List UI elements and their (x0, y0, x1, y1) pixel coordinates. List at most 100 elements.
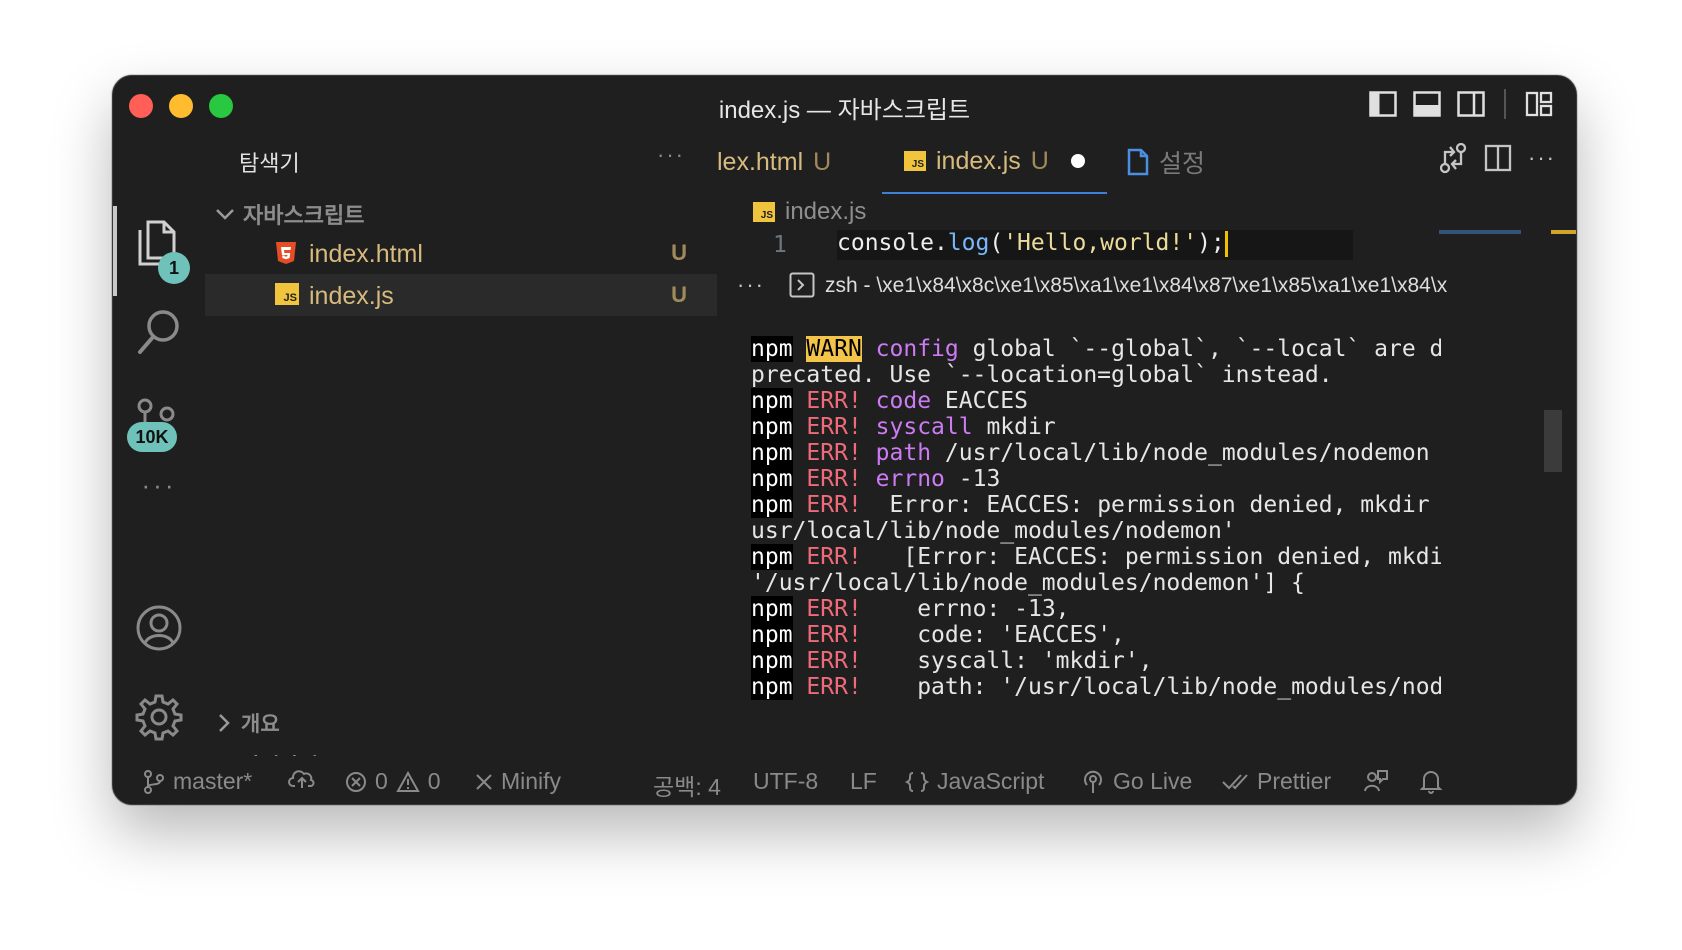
cloud-upload-icon (288, 770, 315, 788)
split-editor-icon[interactable] (1484, 144, 1512, 172)
breadcrumb[interactable]: JS index.js (753, 198, 866, 226)
chevron-down-icon (216, 209, 234, 220)
log-text: global `--global`, `--local` are de (958, 336, 1441, 362)
code-text[interactable]: console.log('Hello,world!'); (837, 230, 1353, 260)
code-close: ); (1197, 230, 1225, 256)
tab-index-js[interactable]: JS index.js U (882, 130, 1107, 194)
terminal-line: npm ERR! code EACCES (751, 388, 1441, 414)
terminal-line: npm ERR! syscall mkdir (751, 414, 1441, 440)
overview-ruler-mark (1551, 230, 1576, 234)
unsaved-dot-icon[interactable] (1070, 154, 1085, 168)
text-cursor (1224, 230, 1228, 257)
window-title: index.js — 자바스크립트 (718, 97, 971, 124)
npm-prefix: npm (751, 648, 793, 674)
error-tag: ERR! (806, 414, 862, 440)
npm-prefix: npm (751, 336, 793, 362)
terminal-line: npm ERR! code: 'EACCES', (751, 622, 1441, 648)
braces-icon (905, 771, 929, 792)
eol-status[interactable]: LF (850, 768, 877, 795)
toggle-primary-sidebar-icon[interactable] (1366, 88, 1400, 120)
broadcast-icon (1084, 770, 1102, 793)
npm-prefix: npm (751, 596, 793, 622)
log-text: '/usr/local/lib/node_modules/nodemon'] { (751, 570, 1305, 596)
terminal-line: npm WARN config global `--global`, `--lo… (751, 336, 1441, 362)
npm-prefix: npm (751, 466, 793, 492)
code-line[interactable]: 1 console.log('Hello,world!'); (717, 230, 1357, 262)
sync-button[interactable] (288, 768, 316, 790)
customize-layout-icon[interactable] (1522, 88, 1556, 120)
html5-icon (276, 242, 296, 264)
npm-prefix: npm (751, 492, 793, 518)
terminal-line: npm ERR! [Error: EACCES: permission deni… (751, 544, 1441, 570)
explorer-sidebar: 탐색기 ··· 자바스크립트 index.html U JS index.js … (205, 130, 717, 778)
terminal-line: precated. Use `--location=global` instea… (751, 362, 1441, 388)
branch-status[interactable]: master* (143, 768, 252, 795)
tab-settings[interactable]: 설정 (1127, 130, 1267, 194)
warn-tag: WARN (806, 336, 862, 362)
log-keyword: syscall (875, 414, 973, 440)
indentation-status[interactable]: 공백: 4 (653, 768, 721, 802)
encoding-status[interactable]: UTF-8 (753, 768, 818, 795)
log-keyword: errno (875, 466, 945, 492)
terminal-output[interactable]: npm WARN config global `--global`, `--lo… (751, 336, 1441, 756)
open-changes-icon[interactable] (1438, 142, 1468, 174)
prettier-status[interactable]: Prettier (1221, 768, 1331, 795)
log-text: -13 (944, 466, 1001, 492)
problems-status[interactable]: 0 0 (345, 768, 441, 795)
minify-label: Minify (501, 768, 562, 794)
go-live-button[interactable]: Go Live (1081, 768, 1192, 795)
more-activities-button[interactable]: ··· (113, 470, 205, 501)
folder-row[interactable]: 자바스크립트 (215, 198, 364, 230)
layout-controls (1366, 88, 1556, 120)
editor-tabs: lex.html U JS index.js U 설정 ··· (717, 130, 1576, 194)
terminal-more-button[interactable]: ··· (737, 272, 765, 298)
git-branch-icon (144, 769, 164, 794)
minimap[interactable] (1439, 230, 1521, 234)
activity-bar: 1 10K ··· (113, 130, 205, 756)
breadcrumb-file: index.js (785, 198, 867, 225)
terminal-scrollbar[interactable] (1544, 410, 1562, 472)
tab-label: lex.html (717, 147, 804, 176)
search-activity[interactable] (113, 308, 205, 356)
notifications-button[interactable] (1419, 768, 1443, 794)
tab-index-html[interactable]: lex.html U (717, 130, 867, 194)
explorer-more-button[interactable]: ··· (657, 142, 685, 168)
file-item-index-js[interactable]: JS index.js U (205, 274, 717, 316)
go-live-label: Go Live (1113, 768, 1193, 794)
warning-icon (396, 770, 420, 792)
tab-status: U (813, 147, 832, 176)
code-open-paren: ( (989, 230, 1004, 256)
error-tag: ERR! (806, 440, 862, 466)
warning-count: 0 (427, 768, 441, 794)
npm-prefix: npm (751, 388, 793, 414)
toggle-panel-icon[interactable] (1410, 88, 1444, 120)
bell-icon (1419, 771, 1443, 794)
manage-activity[interactable] (113, 692, 205, 742)
log-text: EACCES (931, 388, 1028, 414)
feedback-button[interactable] (1363, 768, 1389, 794)
minify-button[interactable]: Minify (475, 768, 561, 795)
accounts-activity[interactable] (113, 604, 205, 652)
terminal-line: npm ERR! syscall: 'mkdir', (751, 648, 1441, 674)
error-tag: ERR! (806, 622, 862, 648)
npm-prefix: npm (751, 414, 793, 440)
language-mode-status[interactable]: JavaScript (905, 768, 1044, 795)
file-name: index.html (309, 240, 423, 268)
file-item-index-html[interactable]: index.html U (205, 232, 717, 274)
code-dot: . (933, 230, 948, 256)
toggle-secondary-sidebar-icon[interactable] (1454, 88, 1488, 120)
outline-section[interactable]: 개요 (217, 708, 280, 738)
terminal-line: '/usr/local/lib/node_modules/nodemon'] { (751, 570, 1441, 596)
git-status-untracked: U (671, 240, 687, 265)
source-control-activity[interactable]: 10K (113, 396, 205, 456)
terminal-title[interactable]: zsh - \xe1\x84\x8c\xe1\x85\xa1\xe1\x84\x… (825, 274, 1447, 298)
explorer-activity[interactable]: 1 (113, 218, 205, 284)
error-tag: ERR! (806, 674, 862, 700)
error-tag: ERR! (806, 596, 862, 622)
line-number: 1 (773, 232, 787, 258)
log-text: code: 'EACCES', (875, 622, 1125, 648)
account-icon (136, 605, 182, 651)
terminal-header: ··· zsh - \xe1\x84\x8c\xe1\x85\xa1\xe1\x… (717, 270, 1576, 306)
file-name: index.js (309, 282, 394, 310)
editor-more-button[interactable]: ··· (1528, 145, 1556, 171)
